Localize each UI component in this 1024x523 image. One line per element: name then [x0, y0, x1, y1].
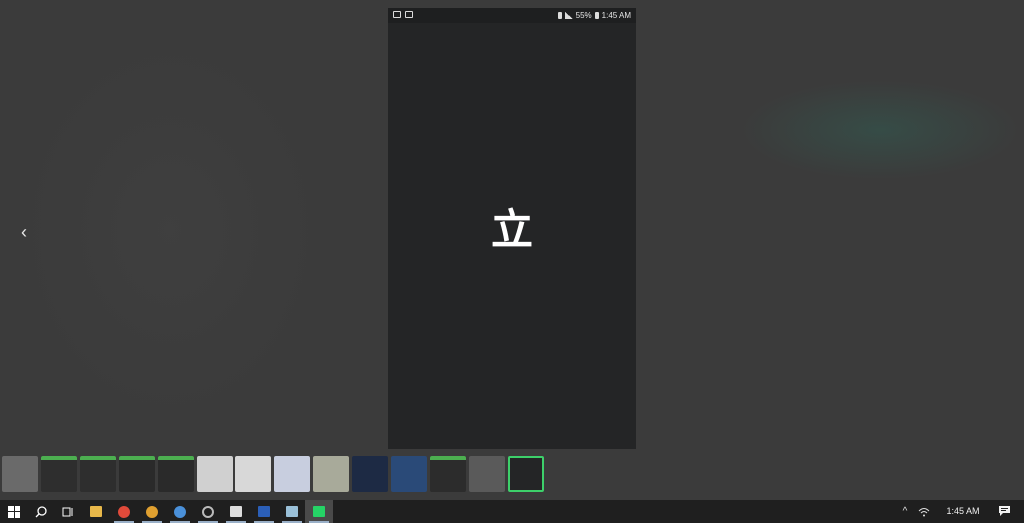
folder-icon: [90, 506, 102, 517]
search-icon: [35, 505, 47, 517]
thumbnail-dark-blue-screen[interactable]: [391, 456, 427, 492]
chrome-button-1[interactable]: [110, 500, 138, 523]
thumbnail-app-screen[interactable]: [40, 456, 77, 492]
gallery-notification-icon: [393, 11, 401, 18]
phone-clock: 1:45 AM: [601, 11, 631, 20]
taskbar-clock[interactable]: 1:45 AM: [938, 500, 988, 523]
filmstrip: [0, 456, 544, 494]
settings-app-button[interactable]: [194, 500, 222, 523]
notes-button[interactable]: [278, 500, 306, 523]
thumbnail-header-bar: [118, 456, 155, 460]
notes-icon: [286, 506, 298, 517]
app-logo: 立: [490, 205, 533, 254]
background-blur: [20, 40, 320, 420]
word-button[interactable]: [250, 500, 278, 523]
system-tray: ^ 1:45 AM: [894, 500, 1024, 523]
chevron-up-icon[interactable]: ^: [898, 500, 912, 523]
chrome-button-3[interactable]: [166, 500, 194, 523]
wifi-icon[interactable]: [918, 506, 930, 518]
thumbnail-photo[interactable]: [313, 456, 350, 492]
start-button[interactable]: [0, 500, 28, 523]
whatsapp-icon: [313, 506, 325, 517]
alarm-icon: [557, 12, 562, 19]
battery-icon: [594, 12, 599, 19]
thumbnail-header-bar: [40, 456, 77, 460]
thumbnail-app-screen[interactable]: [79, 456, 116, 492]
phone-status-bar: 55% 1:45 AM: [388, 8, 636, 23]
word-icon: [258, 506, 270, 517]
file-explorer-button[interactable]: [82, 500, 110, 523]
signal-icon: [564, 12, 573, 19]
windows-taskbar: ^ 1:45 AM: [0, 500, 1024, 523]
thumbnail-dark-blue-screen[interactable]: [352, 456, 389, 492]
gear-icon: [202, 505, 214, 518]
thumbnail-header-bar: [79, 456, 116, 460]
chrome-icon: [146, 505, 158, 518]
phone-screenshot: 55% 1:45 AM 立: [388, 8, 636, 449]
thumbnail-light-screen[interactable]: [468, 456, 505, 492]
thumbnail-photo[interactable]: [2, 456, 38, 492]
thumbnail-current-screen[interactable]: [507, 456, 544, 492]
message-notification-icon: [405, 11, 413, 18]
chrome-button-2[interactable]: [138, 500, 166, 523]
thumbnail-app-screen[interactable]: [118, 456, 155, 492]
windows-icon: [8, 505, 20, 518]
chrome-icon: [174, 505, 186, 518]
terminal-button[interactable]: [222, 500, 250, 523]
battery-percent: 55%: [575, 11, 592, 20]
task-view-button[interactable]: [54, 500, 82, 523]
thumbnail-light-screen[interactable]: [235, 456, 272, 492]
thumbnail-header-bar: [157, 456, 194, 460]
thumbnail-light-screen[interactable]: [274, 456, 311, 492]
task-view-icon: [62, 507, 73, 516]
thumbnail-light-screen[interactable]: [196, 456, 233, 492]
thumbnail-app-screen[interactable]: [429, 456, 466, 492]
photo-viewer: ‹ 55% 1:45 AM 立: [0, 0, 1024, 500]
chrome-icon: [118, 505, 130, 518]
terminal-icon: [230, 506, 242, 517]
thumbnail-header-bar: [429, 456, 466, 460]
whatsapp-button[interactable]: [305, 500, 333, 523]
notification-icon[interactable]: [998, 505, 1011, 517]
previous-image-button[interactable]: ‹: [14, 222, 34, 242]
thumbnail-app-screen[interactable]: [157, 456, 194, 492]
background-blur-green: [740, 80, 1020, 180]
search-button[interactable]: [27, 500, 55, 523]
